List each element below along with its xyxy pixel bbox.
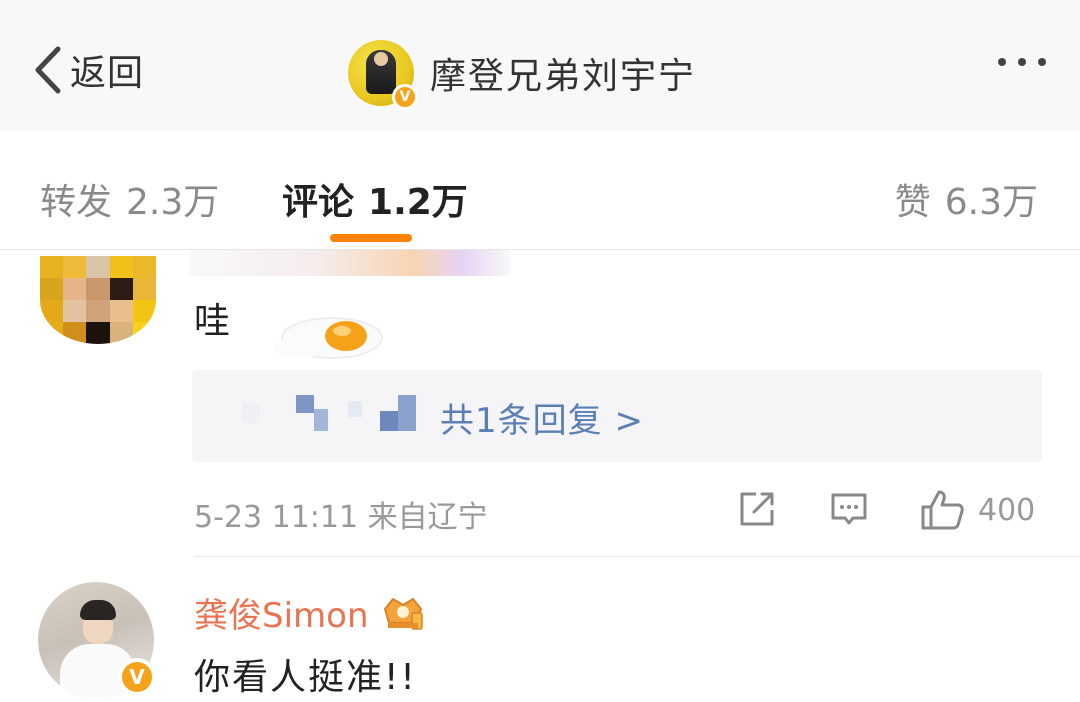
comment-meta: 5-23 11:11 来自辽宁 [194,500,488,535]
mosaic-cell [86,256,110,278]
mosaic-cell [63,322,87,344]
fried-egg-emoji-icon [274,317,383,359]
mosaic-cell [109,300,133,322]
commenter-name-text: 龚俊Simon [194,596,369,636]
mosaic-cell [40,278,64,300]
back-label: 返回 [70,53,145,94]
more-dot [998,58,1006,66]
vip-crown-icon [383,597,423,630]
comment-text: 哇 [194,301,231,342]
mosaic-cell [86,278,110,300]
tab-repost[interactable]: 转发 2.3万 [40,173,219,225]
tab-count: 2.3万 [126,182,220,223]
back-button[interactable]: 返回 [30,40,144,100]
active-tab-indicator [330,234,412,242]
more-dot [1018,58,1026,66]
reply-names-blurred [242,395,416,431]
commenter-avatar-pixelated[interactable] [40,256,156,344]
mosaic-cell [132,278,156,300]
mosaic-cell [63,256,87,278]
avatar-face [374,52,388,66]
reply-button[interactable] [828,488,870,530]
tab-label: 评论 [282,182,355,223]
author-name: 摩登兄弟刘宇宁 [430,56,697,97]
like-button[interactable]: 400 [920,488,1035,532]
tab-count: 1.2万 [368,182,468,223]
mosaic-cell [86,300,110,322]
mosaic-cell [63,278,87,300]
comment-icon [831,493,867,525]
more-dot [1038,58,1046,66]
page-title[interactable]: V 摩登兄弟刘宇宁 [348,40,697,110]
mosaic-cell [132,322,156,344]
mosaic-cell [63,300,87,322]
mosaic-cell [109,278,133,300]
author-avatar[interactable]: V [348,40,418,110]
mosaic-cell [132,300,156,322]
tab-likes[interactable]: 赞 6.3万 [895,173,1038,225]
avatar-hair [80,600,116,620]
tab-count: 6.3万 [944,182,1038,223]
commenter-name-blurred[interactable] [190,250,510,276]
tab-comments[interactable]: 评论 1.2万 [282,173,468,225]
mosaic-cell [109,322,133,344]
commenter-avatar[interactable]: V [38,582,156,698]
nav-header: 返回 V 摩登兄弟刘宇宁 [0,0,1080,132]
verified-badge-icon: V [392,84,418,110]
like-count: 400 [978,492,1036,528]
tab-bar: 转发 2.3万 评论 1.2万 赞 6.3万 [0,131,1080,250]
share-icon [740,492,774,526]
tab-label: 转发 [40,182,113,223]
mosaic-cell [132,256,156,278]
thumbs-up-icon [921,490,964,530]
comment-divider [194,556,1080,557]
view-replies-link[interactable]: 共1条回复 > [440,393,644,442]
more-options-button[interactable] [998,58,1046,66]
comment-text: 你看人挺准!! [194,657,417,698]
mosaic-cell [86,322,110,344]
chevron-left-icon [35,46,61,94]
mosaic-cell [40,322,64,344]
tab-label: 赞 [894,182,931,223]
mosaic-cell [40,256,64,278]
mosaic-cell [109,256,133,278]
repost-button[interactable] [736,488,778,530]
commenter-name[interactable]: 龚俊Simon [194,588,427,637]
mosaic-cell [40,300,64,322]
verified-badge-icon: V [118,658,156,696]
